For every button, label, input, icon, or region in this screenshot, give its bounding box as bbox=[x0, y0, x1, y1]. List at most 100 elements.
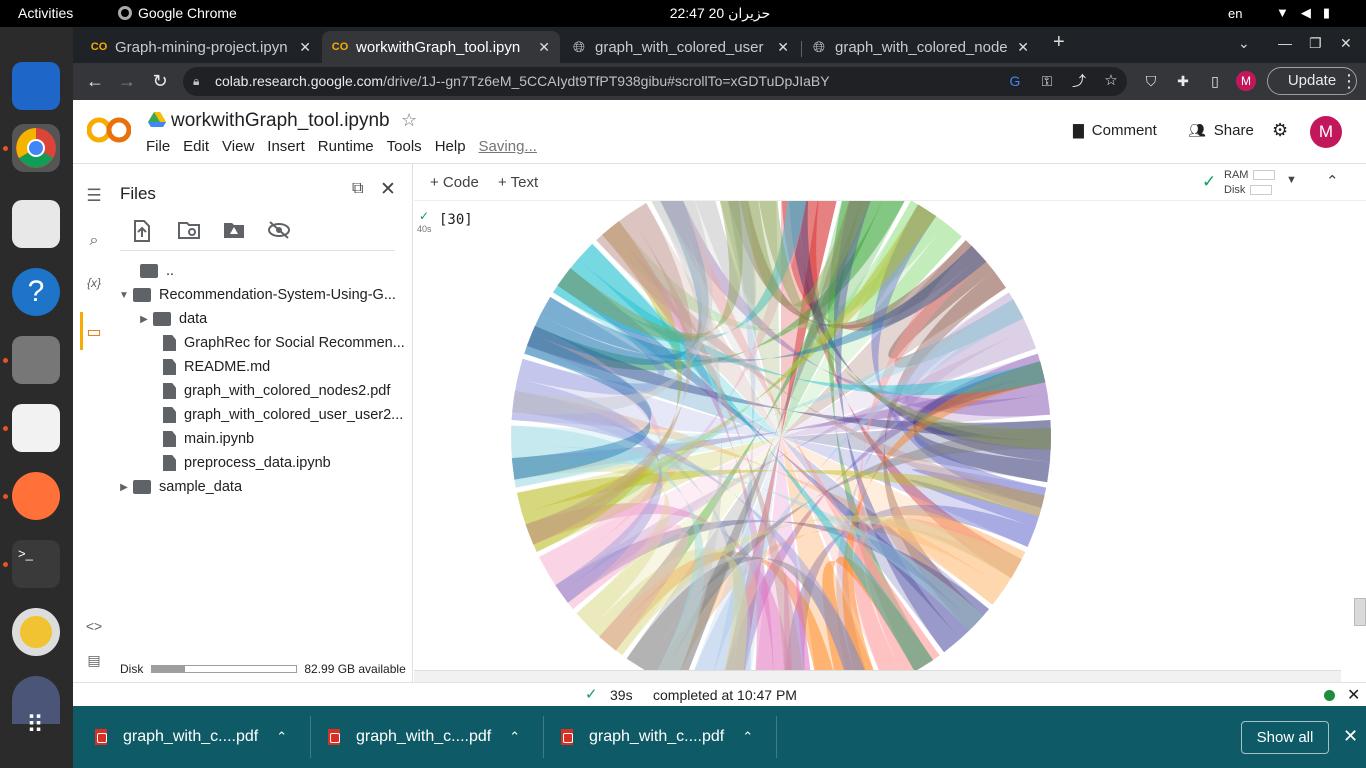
tree-item-sample-data-folder[interactable]: ▶ sample_data bbox=[115, 476, 242, 498]
chevron-up-icon[interactable]: ⌃ bbox=[509, 729, 520, 745]
cell-exec-count[interactable]: [30] bbox=[439, 212, 473, 228]
files-app-icon[interactable] bbox=[12, 336, 60, 384]
settings-gear-icon[interactable]: ⚙ bbox=[1272, 120, 1288, 141]
add-code-button[interactable]: + Code bbox=[430, 174, 479, 191]
mount-drive-icon[interactable] bbox=[222, 220, 246, 244]
command-palette-icon[interactable]: ▤ bbox=[84, 652, 104, 672]
profile-avatar[interactable]: M bbox=[1236, 71, 1256, 91]
menu-runtime[interactable]: Runtime bbox=[318, 138, 374, 155]
close-panel-icon[interactable]: ✕ bbox=[380, 178, 396, 201]
tab-graph-colored-node[interactable]: 🌐︎ graph_with_colored_node ✕ bbox=[801, 31, 1039, 63]
bookmark-star-icon[interactable]: ☆ bbox=[1099, 69, 1123, 93]
caret-right-icon[interactable]: ▶ bbox=[115, 482, 133, 493]
close-tab-icon[interactable]: ✕ bbox=[299, 39, 311, 56]
runtime-dropdown-icon[interactable]: ▼ bbox=[1286, 174, 1297, 186]
add-text-button[interactable]: + Text bbox=[498, 174, 538, 191]
side-panel-icon[interactable]: ▯ bbox=[1203, 69, 1227, 93]
activities-button[interactable]: Activities bbox=[18, 5, 73, 21]
extension-shield-icon[interactable]: ⛉ bbox=[1139, 69, 1163, 93]
menu-insert[interactable]: Insert bbox=[267, 138, 305, 155]
google-icon[interactable]: G bbox=[1003, 69, 1027, 93]
maximize-icon[interactable]: ❐ bbox=[1309, 35, 1322, 52]
new-tab-icon[interactable]: + bbox=[1053, 31, 1065, 54]
upload-icon[interactable] bbox=[132, 220, 156, 244]
key-icon[interactable]: ⚿ bbox=[1035, 69, 1059, 93]
extensions-puzzle-icon[interactable]: ✚ bbox=[1171, 69, 1195, 93]
tab-search-icon[interactable]: ⌄ bbox=[1238, 35, 1250, 52]
app-menu[interactable]: Google Chrome bbox=[118, 5, 237, 21]
menu-view[interactable]: View bbox=[222, 138, 254, 155]
horizontal-scrollbar[interactable] bbox=[414, 670, 1341, 682]
tree-item-file[interactable]: graph_with_colored_user_user2... bbox=[163, 404, 403, 426]
tree-item-file[interactable]: GraphRec for Social Recommen... bbox=[163, 332, 405, 354]
chrome-menu-icon[interactable]: ⋮ bbox=[1337, 69, 1361, 93]
forward-icon[interactable]: → bbox=[115, 69, 139, 93]
chevron-up-icon[interactable]: ⌃ bbox=[276, 729, 287, 745]
resource-monitor[interactable]: RAM Disk bbox=[1224, 168, 1276, 198]
close-tab-icon[interactable]: ✕ bbox=[777, 39, 789, 56]
menu-help[interactable]: Help bbox=[435, 138, 466, 155]
system-tray[interactable]: ▼ ◀ ▮ bbox=[1276, 5, 1330, 21]
share-button[interactable]: 👥︎ Share bbox=[1188, 122, 1254, 139]
tree-item-file[interactable]: README.md bbox=[163, 356, 270, 378]
libreoffice-impress-icon[interactable] bbox=[12, 62, 60, 110]
caret-right-icon[interactable]: ▶ bbox=[135, 314, 153, 325]
show-all-button[interactable]: Show all bbox=[1241, 721, 1329, 754]
table-of-contents-icon[interactable]: ☰ bbox=[84, 186, 104, 206]
vertical-scrollbar-thumb[interactable] bbox=[1354, 598, 1366, 626]
tree-item-parent[interactable]: .. bbox=[140, 260, 174, 282]
refresh-folder-icon[interactable] bbox=[177, 220, 201, 244]
chrome-dock-icon[interactable] bbox=[12, 124, 60, 172]
menu-tools[interactable]: Tools bbox=[387, 138, 422, 155]
download-item[interactable]: graph_with_c....pdf ⌃ bbox=[95, 706, 287, 768]
download-item[interactable]: graph_with_c....pdf ⌃ bbox=[328, 706, 520, 768]
address-bar[interactable]: 🔒︎ colab.research.google.com/drive/1J--g… bbox=[183, 67, 1127, 96]
tree-item-file[interactable]: graph_with_colored_nodes2.pdf bbox=[163, 380, 390, 402]
hide-files-icon[interactable] bbox=[267, 220, 291, 244]
tab-graph-mining[interactable]: CO Graph-mining-project.ipyn ✕ bbox=[81, 31, 321, 63]
variables-icon[interactable]: {x} bbox=[84, 276, 104, 296]
input-language[interactable]: en bbox=[1228, 6, 1242, 21]
caret-down-icon[interactable]: ▼ bbox=[115, 290, 133, 301]
document-viewer-icon[interactable] bbox=[12, 404, 60, 452]
rhythmbox-icon[interactable] bbox=[12, 608, 60, 656]
help-icon[interactable]: ? bbox=[12, 268, 60, 316]
share-url-icon[interactable]: ⤴ bbox=[1067, 69, 1091, 93]
chevron-up-icon[interactable]: ⌃ bbox=[742, 729, 753, 745]
close-download-bar-icon[interactable]: ✕ bbox=[1343, 726, 1358, 747]
collapse-header-icon[interactable]: ⌃ bbox=[1326, 172, 1339, 190]
folder-icon[interactable]: ▭ bbox=[84, 322, 104, 342]
tree-item-file[interactable]: main.ipynb bbox=[163, 428, 254, 450]
google-drive-icon[interactable] bbox=[148, 112, 166, 128]
clock[interactable]: 22:47 20 حزيران bbox=[640, 5, 800, 22]
star-icon[interactable]: ☆ bbox=[401, 110, 417, 131]
reload-icon[interactable]: ↻ bbox=[148, 69, 172, 93]
user-avatar[interactable]: M bbox=[1310, 116, 1342, 148]
search-icon[interactable]: ⌕ bbox=[84, 232, 104, 252]
back-icon[interactable]: ← bbox=[83, 69, 107, 93]
tree-item-recommendation-folder[interactable]: ▼ Recommendation-System-Using-G... bbox=[115, 284, 396, 306]
tab-workwithgraph[interactable]: CO workwithGraph_tool.ipyn ✕ bbox=[322, 31, 560, 63]
tab-graph-colored-user[interactable]: 🌐︎ graph_with_colored_user ✕ bbox=[561, 31, 799, 63]
firefox-icon[interactable] bbox=[12, 472, 60, 520]
minimize-icon[interactable]: — bbox=[1278, 35, 1292, 51]
close-tab-icon[interactable]: ✕ bbox=[1017, 39, 1029, 56]
open-in-tab-icon[interactable]: ⧉ bbox=[352, 180, 363, 198]
close-status-icon[interactable]: ✕ bbox=[1347, 685, 1360, 705]
menu-file[interactable]: File bbox=[146, 138, 170, 155]
notebook-title[interactable]: workwithGraph_tool.ipynb bbox=[171, 110, 390, 132]
colab-header: workwithGraph_tool.ipynb ☆ File Edit Vie… bbox=[73, 100, 1366, 164]
download-item[interactable]: graph_with_c....pdf ⌃ bbox=[561, 706, 753, 768]
comment-button[interactable]: ▇ Comment bbox=[1073, 122, 1157, 139]
close-window-icon[interactable]: ✕ bbox=[1340, 35, 1352, 52]
terminal-icon[interactable]: >_ bbox=[12, 540, 60, 588]
menu-edit[interactable]: Edit bbox=[183, 138, 209, 155]
code-snippets-icon[interactable]: <> bbox=[84, 618, 104, 638]
colab-logo-icon[interactable] bbox=[87, 116, 131, 144]
close-tab-icon[interactable]: ✕ bbox=[538, 39, 550, 56]
saving-status[interactable]: Saving... bbox=[479, 138, 537, 155]
text-editor-icon[interactable] bbox=[12, 200, 60, 248]
tree-item-data-folder[interactable]: ▶ data bbox=[135, 308, 207, 330]
tree-item-file[interactable]: preprocess_data.ipynb bbox=[163, 452, 331, 474]
show-applications-icon[interactable]: ⠿ bbox=[12, 711, 60, 759]
